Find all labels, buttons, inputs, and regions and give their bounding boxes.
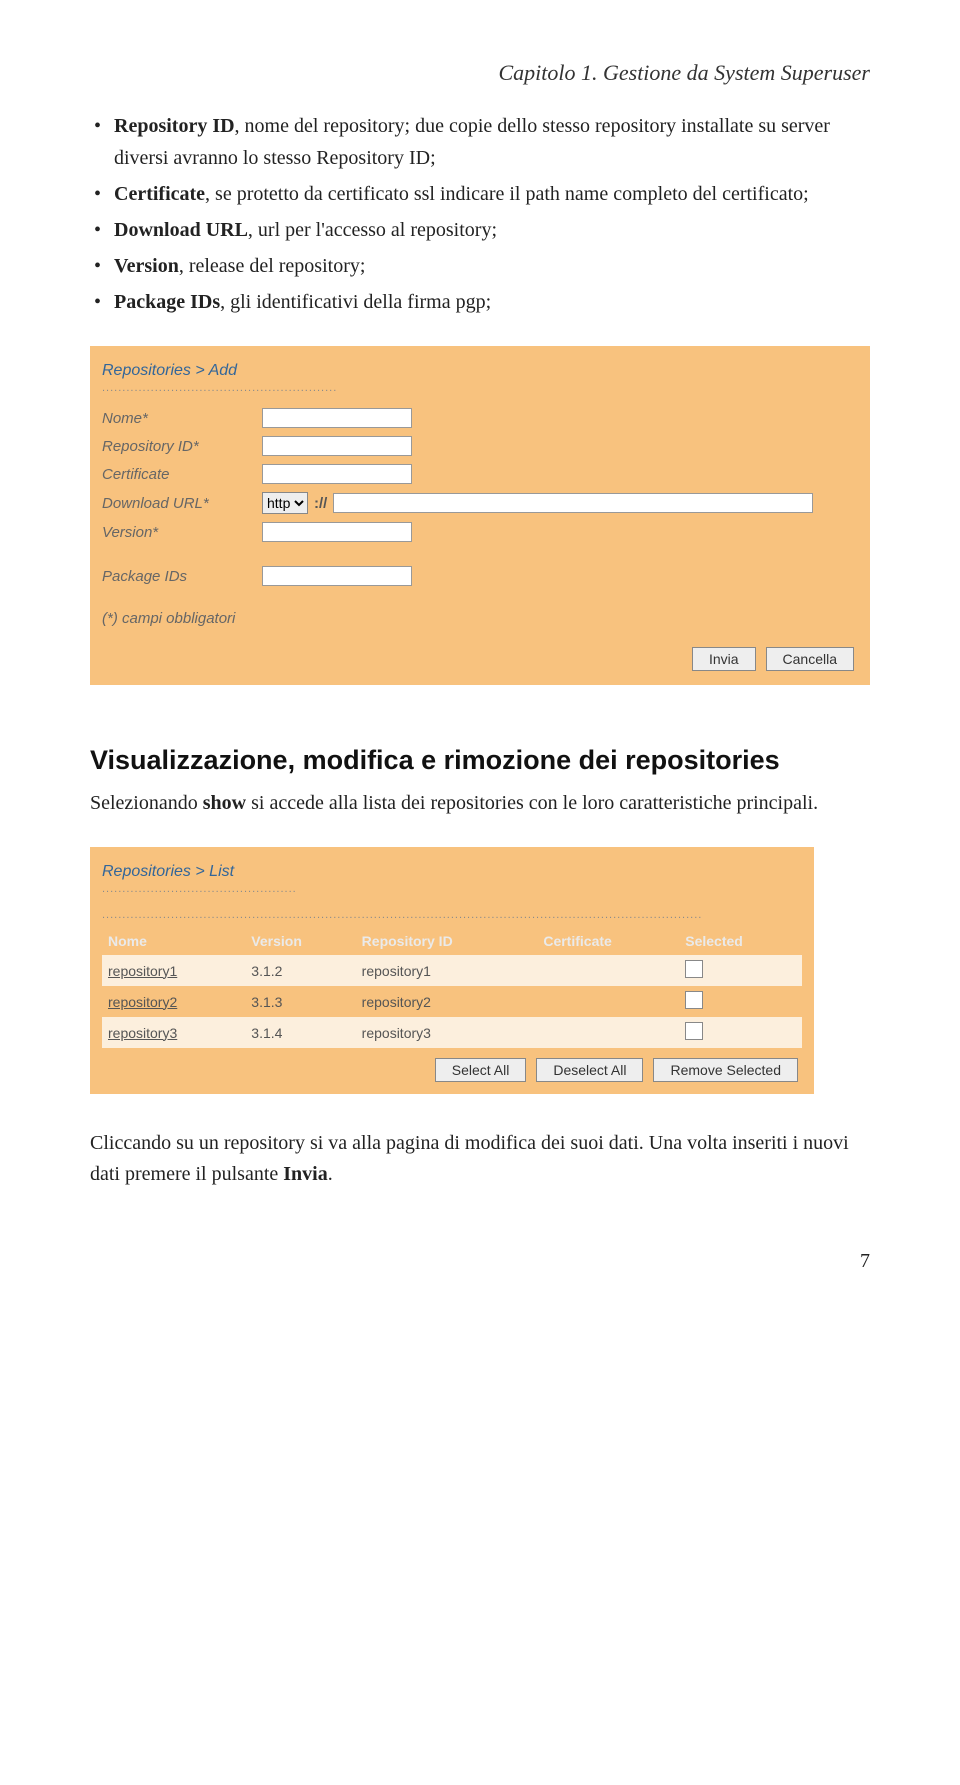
after-part2: . <box>328 1163 333 1185</box>
cell-certificate <box>537 955 679 986</box>
bullet-bold: Certificate <box>114 183 205 205</box>
list-item: Certificate, se protetto da certificato … <box>90 178 870 210</box>
cell-certificate <box>537 986 679 1017</box>
table-row: repository2 3.1.3 repository2 <box>102 986 802 1017</box>
remove-selected-button[interactable]: Remove Selected <box>653 1058 798 1082</box>
package-ids-input[interactable] <box>262 566 412 586</box>
bullet-text: , release del repository; <box>179 255 366 277</box>
download-url-input[interactable] <box>333 493 813 513</box>
url-separator: :// <box>308 495 333 512</box>
bullet-list: Repository ID, nome del repository; due … <box>90 110 870 318</box>
row-checkbox[interactable] <box>685 991 703 1009</box>
bullet-bold: Package IDs <box>114 291 220 313</box>
bullet-text: , gli identificativi della firma pgp; <box>220 291 491 313</box>
col-version: Version <box>245 927 355 955</box>
bullet-bold: Repository ID <box>114 115 235 137</box>
bullet-text: , url per l'accesso al repository; <box>248 219 497 241</box>
cell-version: 3.1.4 <box>245 1017 355 1048</box>
cell-repo-id: repository2 <box>356 986 538 1017</box>
table-row: repository1 3.1.2 repository1 <box>102 955 802 986</box>
bullet-text: , se protetto da certificato ssl indicar… <box>205 183 809 205</box>
label-version: Version* <box>102 524 262 541</box>
required-note: (*) campi obbligatori <box>102 590 858 641</box>
repository-list-panel: Repositories > List ....................… <box>90 847 814 1094</box>
col-repo-id: Repository ID <box>356 927 538 955</box>
breadcrumb: Repositories > Add <box>102 356 858 382</box>
bullet-bold: Version <box>114 255 179 277</box>
table-row: repository3 3.1.4 repository3 <box>102 1017 802 1048</box>
cell-repo-id: repository3 <box>356 1017 538 1048</box>
select-all-button[interactable]: Select All <box>435 1058 527 1082</box>
nome-input[interactable] <box>262 408 412 428</box>
breadcrumb: Repositories > List <box>102 857 802 883</box>
repo-link[interactable]: repository2 <box>102 986 245 1017</box>
protocol-select[interactable]: http <box>262 492 308 514</box>
section-intro: Selezionando show si accede alla lista d… <box>90 788 870 819</box>
after-bold: Invia <box>283 1163 327 1185</box>
chapter-header: Capitolo 1. Gestione da System Superuser <box>90 60 870 86</box>
bullet-bold: Download URL <box>114 219 248 241</box>
divider: ........................................… <box>102 382 858 404</box>
repository-id-input[interactable] <box>262 436 412 456</box>
label-certificate: Certificate <box>102 466 262 483</box>
label-nome: Nome* <box>102 410 262 427</box>
cell-version: 3.1.2 <box>245 955 355 986</box>
repo-link[interactable]: repository1 <box>102 955 245 986</box>
intro-part1: Selezionando <box>90 792 203 814</box>
list-item: Repository ID, nome del repository; due … <box>90 110 870 174</box>
list-item: Version, release del repository; <box>90 250 870 282</box>
page-number: 7 <box>90 1190 870 1273</box>
cell-certificate <box>537 1017 679 1048</box>
repo-link[interactable]: repository3 <box>102 1017 245 1048</box>
cell-repo-id: repository1 <box>356 955 538 986</box>
cell-version: 3.1.3 <box>245 986 355 1017</box>
repository-table: Nome Version Repository ID Certificate S… <box>102 927 802 1048</box>
label-repository-id: Repository ID* <box>102 438 262 455</box>
after-part1: Cliccando su un repository si va alla pa… <box>90 1132 849 1185</box>
divider: ........................................… <box>102 883 802 905</box>
section-heading: Visualizzazione, modifica e rimozione de… <box>90 745 870 776</box>
row-checkbox[interactable] <box>685 960 703 978</box>
intro-part2: si accede alla lista dei repositories co… <box>246 792 818 814</box>
intro-bold: show <box>203 792 246 814</box>
deselect-all-button[interactable]: Deselect All <box>536 1058 643 1082</box>
col-certificate: Certificate <box>537 927 679 955</box>
certificate-input[interactable] <box>262 464 412 484</box>
list-item: Download URL, url per l'accesso al repos… <box>90 214 870 246</box>
cancel-button[interactable]: Cancella <box>766 647 854 671</box>
submit-button[interactable]: Invia <box>692 647 756 671</box>
divider: ........................................… <box>102 905 802 927</box>
version-input[interactable] <box>262 522 412 542</box>
col-selected: Selected <box>679 927 802 955</box>
after-paragraph: Cliccando su un repository si va alla pa… <box>90 1128 870 1190</box>
label-package-ids: Package IDs <box>102 568 262 585</box>
row-checkbox[interactable] <box>685 1022 703 1040</box>
add-repository-form: Repositories > Add .....................… <box>90 346 870 685</box>
list-item: Package IDs, gli identificativi della fi… <box>90 286 870 318</box>
label-download-url: Download URL* <box>102 495 262 512</box>
col-nome: Nome <box>102 927 245 955</box>
